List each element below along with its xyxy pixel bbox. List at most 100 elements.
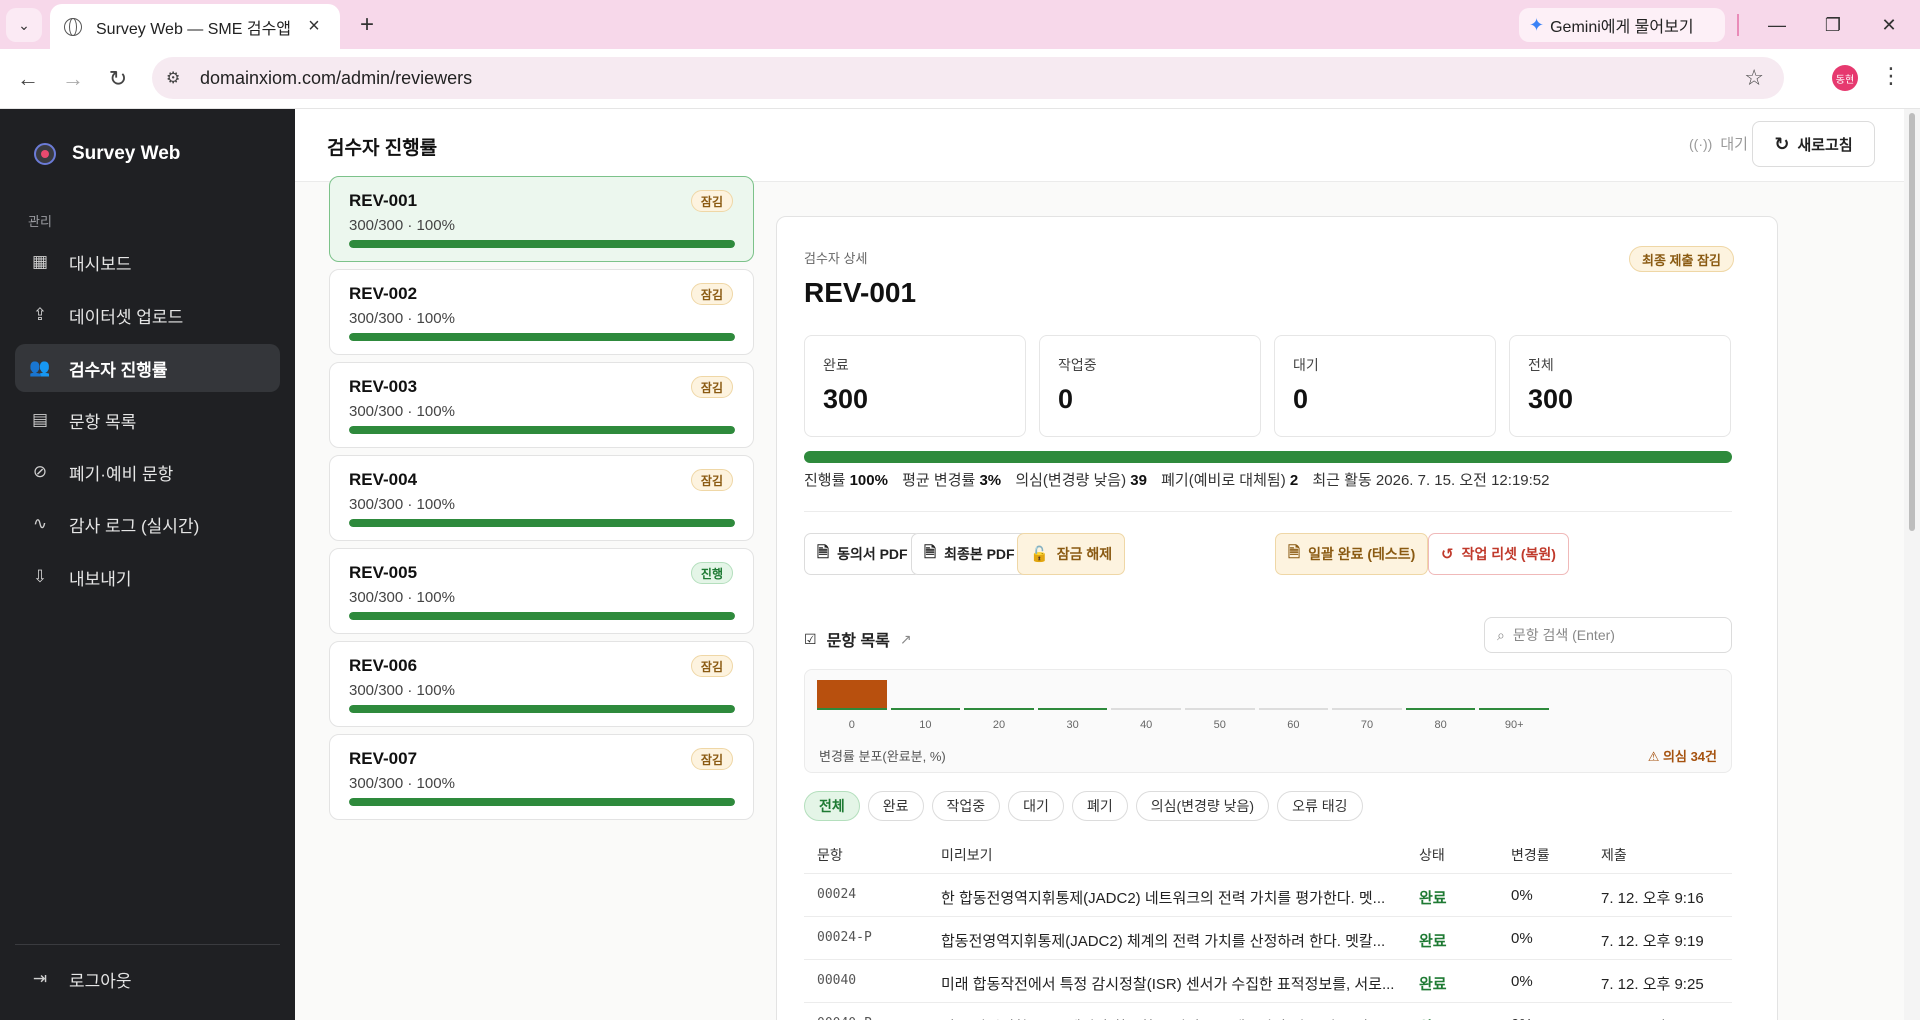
omnibox[interactable]: ⚙ domainxiom.com/admin/reviewers ☆ <box>152 57 1784 99</box>
reviewer-card[interactable]: REV-004 300/300 · 100% 잠김 <box>329 455 754 541</box>
item-search-input[interactable] <box>1512 627 1713 643</box>
distribution-bar <box>817 680 887 708</box>
reviewer-progress-fill <box>349 798 735 806</box>
sidebar: Survey Web 관리 ▦ 대시보드 ⇪ 데이터셋 업로드 👥 검수자 진행… <box>0 109 295 1020</box>
column-header-id[interactable]: 문항 <box>817 845 843 865</box>
item-search-box[interactable]: ⌕ <box>1484 617 1732 653</box>
reviewer-status-badge: 잠김 <box>690 283 733 305</box>
column-header-status[interactable]: 상태 <box>1419 845 1445 865</box>
sidebar-item-dataset-upload[interactable]: ⇪ 데이터셋 업로드 <box>15 291 280 339</box>
sidebar-item-dashboard[interactable]: ▦ 대시보드 <box>15 238 280 286</box>
reviewer-card[interactable]: REV-002 300/300 · 100% 잠김 <box>329 269 754 355</box>
reviewer-card[interactable]: REV-003 300/300 · 100% 잠김 <box>329 362 754 448</box>
restore-button[interactable]: ❐ <box>1810 8 1856 42</box>
logout-icon: ⇥ <box>32 969 48 988</box>
page-header: 검수자 진행률 ((·)) 대기 ↻ 새로고침 <box>295 109 1904 182</box>
filter-chip[interactable]: 전체 <box>804 791 860 821</box>
distribution-bin-baseline <box>890 708 961 710</box>
sidebar-item-discarded[interactable]: ⊘ 폐기·예비 문항 <box>15 448 280 496</box>
sidebar-item-label: 검수자 진행률 <box>69 360 168 380</box>
distribution-bin-baseline <box>1258 708 1329 710</box>
minimize-button[interactable]: — <box>1754 8 1800 42</box>
sidebar-item-audit-log[interactable]: ∿ 감사 로그 (실시간) <box>15 500 280 548</box>
filter-chip[interactable]: 대기 <box>1008 791 1064 821</box>
reload-icon[interactable]: ↻ <box>100 61 136 97</box>
gemini-button[interactable]: ✦ Gemini에게 물어보기 <box>1519 8 1725 42</box>
sidebar-item-label: 감사 로그 (실시간) <box>69 516 200 536</box>
stat-card-pending: 대기 0 <box>1274 335 1496 437</box>
url-text[interactable]: domainxiom.com/admin/reviewers <box>200 68 1744 89</box>
table-row[interactable]: 00040 미래 합동작전에서 특정 감시정찰(ISR) 센서가 수집한 표적정보… <box>804 959 1732 1002</box>
tab-search-button[interactable]: ⌄ <box>6 8 42 42</box>
reviewer-id: REV-004 <box>349 470 418 489</box>
column-header-rate[interactable]: 변경률 <box>1511 845 1550 865</box>
logout-button[interactable]: ⇥ 로그아웃 <box>15 955 280 1003</box>
stat-value: 0 <box>1058 384 1074 414</box>
overall-progress-bar <box>804 451 1732 463</box>
reviewer-card[interactable]: REV-001 300/300 · 100% 잠김 <box>329 176 754 262</box>
brand[interactable]: Survey Web <box>34 143 180 165</box>
filter-chip[interactable]: 완료 <box>867 791 924 821</box>
table-row[interactable]: 00040-P 어느 감시정찰(ISR) 센서가 확보한 표적정보를 제주사가 서… <box>804 1002 1732 1020</box>
ban-icon: ⊘ <box>32 462 48 481</box>
close-tab-icon[interactable]: × <box>302 15 326 38</box>
button-label: 최종본 PDF <box>944 546 1015 562</box>
reviewer-id: REV-001 <box>349 191 418 210</box>
filter-chip[interactable]: 의심(변경량 낮음) <box>1135 791 1270 821</box>
reviewer-progress-bar <box>349 519 735 527</box>
distribution-bin-baseline <box>1037 708 1108 710</box>
new-tab-button[interactable]: + <box>352 10 382 40</box>
refresh-button[interactable]: ↻ 새로고침 <box>1752 121 1875 167</box>
stat-label: 완료 <box>823 357 849 373</box>
summary-discard-value: 2 <box>1289 472 1299 489</box>
unlock-button[interactable]: 🔓 잠금 해제 <box>1017 533 1126 575</box>
filter-chip[interactable]: 작업중 <box>931 791 1001 821</box>
sidebar-item-item-list[interactable]: ▤ 문항 목록 <box>15 396 280 444</box>
tab-title: Survey Web — SME 검수앱 <box>96 20 292 38</box>
sidebar-item-reviewer-progress[interactable]: 👥 검수자 진행률 <box>15 344 280 392</box>
final-pdf-button[interactable]: 🗎 최종본 PDF <box>911 533 1028 575</box>
site-settings-icon[interactable]: ⚙ <box>166 68 188 88</box>
reviewer-card[interactable]: REV-005 300/300 · 100% 진행 <box>329 548 754 634</box>
reviewer-progress-text: 300/300 · 100% <box>349 403 455 420</box>
stat-card-total: 전체 300 <box>1509 335 1731 437</box>
distribution-bin-baseline <box>1405 708 1476 710</box>
back-arrow-icon[interactable]: ← <box>10 61 46 97</box>
connection-status: ((·)) 대기 <box>1689 133 1748 154</box>
bulk-complete-button[interactable]: 🗎 일괄 완료 (테스트) <box>1275 533 1429 575</box>
external-link-icon[interactable]: ↗ <box>900 631 912 648</box>
file-check-icon: 🗎 <box>924 543 937 561</box>
filter-chip[interactable]: 오류 태깅 <box>1277 791 1363 821</box>
reviewer-progress-fill <box>349 705 735 713</box>
item-submitted-time: 7. 12. 오후 9:25 <box>1601 976 1704 993</box>
column-header-preview[interactable]: 미리보기 <box>941 845 1411 865</box>
forward-arrow-icon[interactable]: → <box>55 61 91 97</box>
profile-avatar[interactable]: 동현 <box>1832 65 1858 91</box>
close-window-button[interactable]: ✕ <box>1866 8 1912 42</box>
button-label: 일괄 완료 (테스트) <box>1308 546 1416 562</box>
browser-menu-icon[interactable]: ⋮ <box>1880 63 1902 89</box>
filter-chip[interactable]: 폐기 <box>1071 791 1128 821</box>
page-scrollbar[interactable] <box>1904 109 1920 1020</box>
list-check-icon: ☑ <box>804 630 817 647</box>
table-row[interactable]: 00024-P 합동전영역지휘통제(JADC2) 체계의 전력 가치를 산정하려 … <box>804 916 1732 959</box>
bookmark-star-icon[interactable]: ☆ <box>1744 65 1764 91</box>
browser-tab-active[interactable]: Survey Web — SME 검수앱 × <box>50 4 340 49</box>
summary-progress-value: 100% <box>849 472 888 489</box>
column-header-submitted[interactable]: 제출 <box>1601 845 1627 865</box>
reset-work-button[interactable]: ↺ 작업 리셋 (복원) <box>1428 533 1569 575</box>
consent-pdf-button[interactable]: 🗎 동의서 PDF <box>804 533 921 575</box>
reviewer-progress-fill <box>349 612 735 620</box>
summary-suspect-value: 39 <box>1130 472 1147 489</box>
scrollbar-thumb[interactable] <box>1909 113 1915 531</box>
reviewer-card[interactable]: REV-007 300/300 · 100% 잠김 <box>329 734 754 820</box>
table-row[interactable]: 00024 한 합동전영역지휘통제(JADC2) 네트워크의 전력 가치를 평가한… <box>804 873 1732 916</box>
reviewer-card[interactable]: REV-006 300/300 · 100% 잠김 <box>329 641 754 727</box>
sidebar-item-export[interactable]: ⇩ 내보내기 <box>15 553 280 601</box>
suspect-warning-label: 의심 34건 <box>1663 749 1717 764</box>
reviewer-progress-bar <box>349 240 735 248</box>
users-icon: 👥 <box>29 358 51 377</box>
reviewer-progress-text: 300/300 · 100% <box>349 310 455 327</box>
sidebar-divider <box>15 944 280 945</box>
progress-summary: 진행률 100% 평균 변경률 3% 의심(변경량 낮음) 39 폐기(예비로 … <box>804 469 1549 490</box>
